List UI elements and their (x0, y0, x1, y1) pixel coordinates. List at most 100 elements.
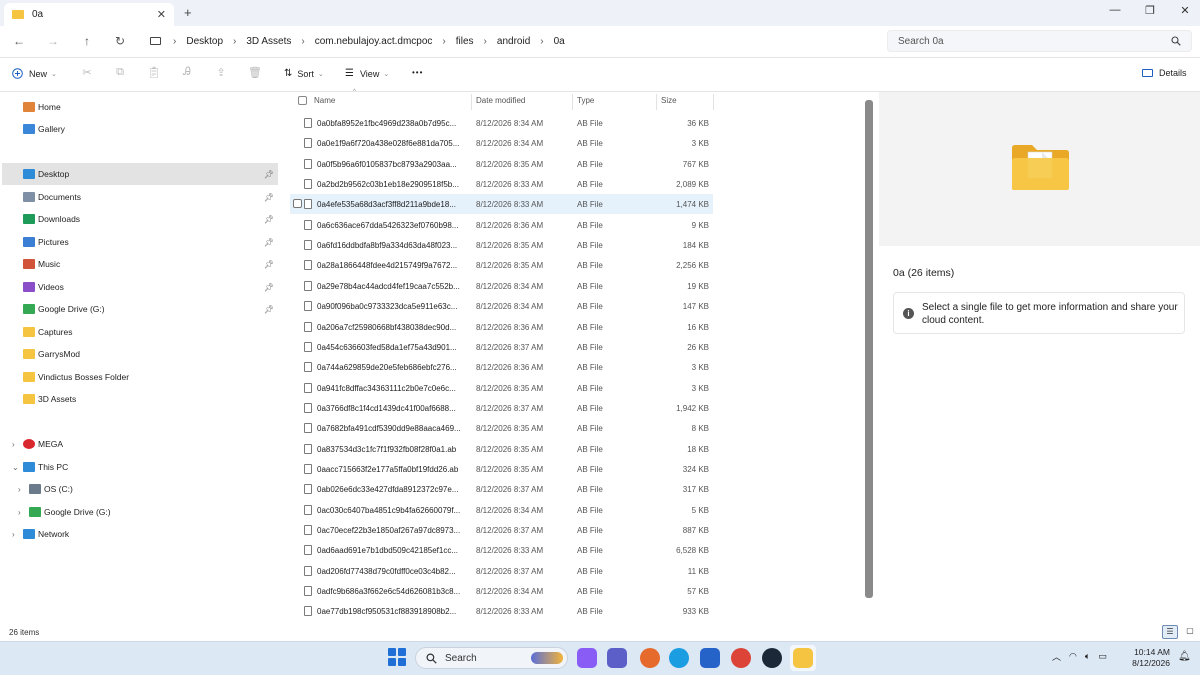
table-row[interactable]: 0a29e78b4ac44adcd4fef19caa7c552b... 8/12/… (290, 276, 713, 296)
breadcrumb[interactable]: › Desktop › 3D Assets › com.nebulajoy.act.dmc… (146, 30, 880, 52)
vertical-scrollbar[interactable] (865, 100, 873, 598)
pin-icon[interactable]: 📌︎ (264, 215, 274, 224)
sidebar-item-garrysmod[interactable]: GarrysMod (2, 343, 278, 365)
table-row[interactable]: 0a837534d3c1fc7f1f932fb08f28f0a1.ab 8/12/… (290, 439, 713, 459)
file-explorer-icon[interactable] (793, 648, 813, 668)
steam-icon[interactable] (762, 648, 782, 668)
rename-icon[interactable]: Ꭿ (180, 66, 194, 80)
teams-icon[interactable] (607, 648, 627, 668)
table-row[interactable]: 0a0f5b96a6f0105837bc8793a2903aa... 8/12/2… (290, 154, 713, 174)
tree-item-this-pc[interactable]: ⌄ This PC (2, 456, 278, 478)
cut-icon[interactable]: ✂ (80, 66, 94, 80)
back-button[interactable]: ← (10, 34, 28, 48)
chevron-right-icon[interactable]: › (18, 485, 21, 494)
volume-icon[interactable]: 🔈︎ (1085, 651, 1090, 662)
wifi-icon[interactable]: ◠ (1069, 651, 1077, 662)
chevron-right-icon[interactable]: › (12, 530, 15, 539)
copy-icon[interactable]: ⧉ (113, 66, 127, 80)
table-row[interactable]: 0a3766df8c1f4cd1439dc41f00af6688... 8/12/… (290, 398, 713, 418)
tree-item-google-drive-g[interactable]: › Google Drive (G:) (2, 501, 278, 523)
this-pc-icon[interactable] (150, 37, 161, 45)
breadcrumb-item[interactable]: 0a (554, 36, 565, 47)
details-view-icon[interactable]: ☰ (1162, 625, 1178, 639)
details-button[interactable]: Details (1142, 68, 1187, 78)
view-button[interactable]: ☰ View ⌄ (345, 68, 389, 79)
pin-icon[interactable]: 📌︎ (264, 283, 274, 292)
table-row[interactable]: 0ae77db198cf950531cf883918908b2... 8/12/2… (290, 601, 713, 621)
sidebar-item-google-drive-g[interactable]: Google Drive (G:) 📌︎ (2, 298, 278, 320)
pin-icon[interactable]: 📌︎ (264, 193, 274, 202)
chevron-right-icon[interactable]: › (173, 36, 176, 47)
chevron-right-icon[interactable]: › (484, 36, 487, 47)
pin-icon[interactable]: 📌︎ (264, 260, 274, 269)
new-button[interactable]: New ⌄ (12, 68, 57, 79)
firefox-icon[interactable] (640, 648, 660, 668)
search-box[interactable] (887, 30, 1192, 52)
pin-icon[interactable]: 📌︎ (264, 170, 274, 179)
row-checkbox[interactable] (293, 199, 302, 209)
up-button[interactable]: ↑ (78, 34, 96, 48)
battery-icon[interactable]: ▭ (1098, 651, 1107, 662)
system-tray[interactable]: ︿ ◠ 🔈︎ ▭ (1052, 650, 1107, 663)
chevron-right-icon[interactable]: › (301, 36, 304, 47)
column-name[interactable]: Name (314, 96, 335, 105)
breadcrumb-item[interactable]: com.nebulajoy.act.dmcpoc (315, 36, 433, 47)
chevron-up-icon[interactable]: ︿ (1052, 650, 1061, 663)
tree-item-mega[interactable]: › MEGA (2, 433, 278, 455)
refresh-button[interactable]: ↻ (111, 34, 129, 48)
notification-icon[interactable]: 🔔︎ (1178, 651, 1191, 662)
select-all-checkbox[interactable] (298, 96, 307, 105)
chevron-right-icon[interactable]: › (12, 440, 15, 449)
column-divider[interactable] (713, 94, 714, 110)
tree-item-os-c[interactable]: › OS (C:) (2, 478, 278, 500)
table-row[interactable]: 0adfc9b686a3f662e6c54d626081b3c8... 8/12/… (290, 581, 713, 601)
sidebar-item-desktop[interactable]: Desktop 📌︎ (2, 163, 278, 185)
sidebar-item-music[interactable]: Music 📌︎ (2, 253, 278, 275)
store-icon[interactable] (700, 648, 720, 668)
minimize-button[interactable]: — (1095, 4, 1135, 16)
table-row[interactable]: 0ad6aad691e7b1dbd509c42185ef1cc... 8/12/2… (290, 540, 713, 560)
chevron-down-icon[interactable]: ⌄ (12, 463, 19, 472)
pin-icon[interactable]: 📌︎ (264, 305, 274, 314)
column-size[interactable]: Size (661, 96, 677, 105)
table-row[interactable]: 0a941fc8dffac34363111c2b0e7c0e6c... 8/12/… (290, 378, 713, 398)
chevron-right-icon[interactable]: › (540, 36, 543, 47)
table-row[interactable]: 0ab026e6dc33e427dfda8912372c97e... 8/12/2… (290, 479, 713, 499)
table-row[interactable]: 0ad206fd77438d79c0fdff0ce03c4b82... 8/12/… (290, 561, 713, 581)
sidebar-item-vindictus-bosses-folder[interactable]: Vindictus Bosses Folder (2, 366, 278, 388)
column-divider[interactable] (656, 94, 657, 110)
breadcrumb-item[interactable]: files (456, 36, 474, 47)
maximize-button[interactable]: ❐ (1130, 4, 1170, 17)
sidebar-item-gallery[interactable]: Gallery (2, 118, 278, 140)
table-row[interactable]: 0aacc715663f2e177a5ffa0bf19fdd26.ab 8/12/… (290, 459, 713, 479)
table-row[interactable]: 0a4efe535a68d3acf3ff8d211a9bde18... 8/12/… (290, 194, 713, 215)
table-row[interactable]: 0a0e1f9a6f720a438e028f6e881da705... 8/12/… (290, 133, 713, 153)
share-icon[interactable]: ⇪ (214, 66, 228, 80)
table-row[interactable]: 0a6c636ace67dda5426323ef0760b98... 8/12/2… (290, 215, 713, 235)
sidebar-item-pictures[interactable]: Pictures 📌︎ (2, 231, 278, 253)
table-row[interactable]: 0a90f096ba0c9733323dca5e911e63c... 8/12/2… (290, 296, 713, 316)
chevron-right-icon[interactable]: › (442, 36, 445, 47)
forward-button[interactable]: → (44, 34, 62, 48)
column-divider[interactable] (572, 94, 573, 110)
table-row[interactable]: 0a206a7cf25980668bf438038dec90d... 8/12/2… (290, 317, 713, 337)
sidebar-item-home[interactable]: Home (2, 96, 278, 118)
taskbar-search[interactable]: Search (415, 647, 568, 669)
table-row[interactable]: 0a28a1866448fdee4d215749f9a7672... 8/12/2… (290, 255, 713, 275)
delete-icon[interactable]: 🗑︎ (248, 66, 262, 80)
more-options-button[interactable]: ••• (412, 68, 423, 77)
table-row[interactable]: 0a0bfa8952e1fbc4969d238a0b7d95c... 8/12/2… (290, 113, 713, 133)
table-row[interactable]: 0ac030c6407ba4851c9b4fa62660079f... 8/12/… (290, 500, 713, 520)
tab-close-button[interactable]: ✕ (157, 8, 166, 21)
sidebar-item-documents[interactable]: Documents 📌︎ (2, 186, 278, 208)
tab-0a[interactable]: 0a ✕ (4, 3, 174, 26)
column-divider[interactable] (471, 94, 472, 110)
table-row[interactable]: 0a744a629859de20e5feb686ebfc276... 8/12/2… (290, 357, 713, 377)
sidebar-item-downloads[interactable]: Downloads 📌︎ (2, 208, 278, 230)
table-row[interactable]: 0a454c636603fed58da1ef75a43d901... 8/12/2… (290, 337, 713, 357)
column-date-modified[interactable]: Date modified (476, 96, 525, 105)
edge-icon[interactable] (669, 648, 689, 668)
sort-button[interactable]: ⇅ Sort ⌄ (284, 68, 324, 79)
table-row[interactable]: 0a2bd2b9562c03b1eb18e2909518f5b... 8/12/2… (290, 174, 713, 194)
tree-item-network[interactable]: › Network (2, 523, 278, 545)
